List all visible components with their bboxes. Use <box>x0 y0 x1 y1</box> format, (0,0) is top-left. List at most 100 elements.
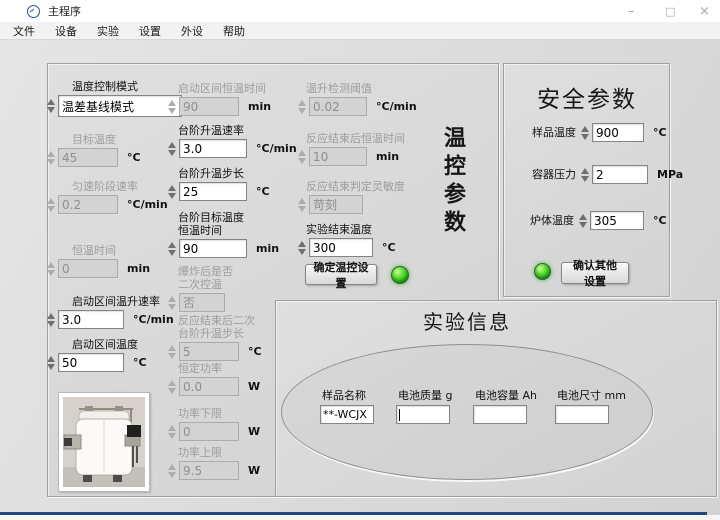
spinner-icon[interactable] <box>45 356 56 370</box>
temp-mode-field: 温度控制模式 温差基线模式 <box>45 80 182 117</box>
confirm-temp-settings-button[interactable]: 确定温控设置 <box>305 264 377 285</box>
battery-mass-label: 电池质量 g <box>398 389 452 402</box>
furnace-temp-unit: °C <box>653 214 667 227</box>
post-reaction-hold-label: 反应结束后恒温时间 <box>306 132 405 145</box>
spinner-icon[interactable] <box>166 464 177 478</box>
sample-temp-input[interactable]: 900 <box>592 123 644 142</box>
spinner-icon[interactable] <box>296 198 307 212</box>
battery-capacity-input[interactable] <box>473 405 527 424</box>
uniform-rate-input[interactable]: 0.2 <box>58 195 118 214</box>
startup-hold-input[interactable]: 90 <box>179 97 239 116</box>
vessel-pressure-input[interactable]: 2 <box>592 165 648 184</box>
safety-panel-title: 安全参数 <box>537 80 637 114</box>
spinner-icon[interactable] <box>45 151 56 165</box>
target-temp-unit: °C <box>127 151 141 164</box>
step-size-unit: °C <box>256 185 270 198</box>
constant-power-input[interactable]: 0.0 <box>179 377 239 396</box>
menu-experiment[interactable]: 实验 <box>90 23 126 39</box>
step-target-hold-field: 台阶目标温度 恒温时间 90 min <box>166 211 279 258</box>
menu-file[interactable]: 文件 <box>6 23 42 39</box>
rise-threshold-unit: °C/min <box>376 100 417 113</box>
uniform-rate-unit: °C/min <box>127 198 168 211</box>
menu-peripherals[interactable]: 外设 <box>174 23 210 39</box>
startup-rate-input[interactable]: 3.0 <box>58 310 124 329</box>
spinner-icon[interactable] <box>577 214 588 228</box>
temp-settings-led <box>391 266 409 284</box>
post-reaction-hold-field: 反应结束后恒温时间 10 min <box>296 132 405 166</box>
battery-capacity-label: 电池容量 Ah <box>475 389 537 402</box>
sample-name-input[interactable]: **-WCJX <box>320 405 374 424</box>
temp-mode-combobox[interactable]: 温差基线模式 <box>58 95 182 117</box>
power-lower-field: 功率下限 0 W <box>166 407 260 441</box>
confirm-other-settings-button[interactable]: 确认其他设置 <box>561 262 629 284</box>
power-lower-input[interactable]: 0 <box>179 422 239 441</box>
battery-size-input[interactable] <box>555 405 609 424</box>
step-size-field: 台阶升温步长 25 °C <box>166 167 270 201</box>
title-bar: 主程序 <box>0 0 720 22</box>
power-upper-input[interactable]: 9.5 <box>179 461 239 480</box>
rise-threshold-field: 温升检测阈值 0.02 °C/min <box>296 82 417 116</box>
spinner-icon[interactable] <box>296 150 307 164</box>
spinner-icon[interactable] <box>166 185 177 199</box>
power-upper-field: 功率上限 9.5 W <box>166 446 260 480</box>
spinner-icon[interactable] <box>166 345 177 359</box>
hold-time-field: 恒温时间 0 min <box>45 244 150 278</box>
spinner-icon[interactable] <box>166 425 177 439</box>
spinner-icon[interactable] <box>45 99 56 113</box>
spinner-icon[interactable] <box>296 100 307 114</box>
end-sensitivity-combobox[interactable]: 苛刻 <box>309 195 363 214</box>
second-step-size-input[interactable]: 5 <box>179 342 239 361</box>
menu-device[interactable]: 设备 <box>48 23 84 39</box>
sample-name-field: 样品名称 **-WCJX <box>320 389 374 424</box>
startup-temp-input[interactable]: 50 <box>58 353 124 372</box>
step-rate-field: 台阶升温速率 3.0 °C/min <box>166 124 297 158</box>
spinner-icon[interactable] <box>166 242 177 256</box>
rise-threshold-label: 温升检测阈值 <box>306 82 417 95</box>
constant-power-label: 恒定功率 <box>178 362 260 375</box>
spinner-icon[interactable] <box>45 198 56 212</box>
close-button[interactable]: × <box>699 0 710 22</box>
second-step-size-label: 反应结束后二次 台阶升温步长 <box>178 314 262 340</box>
spinner-icon[interactable] <box>166 142 177 156</box>
battery-size-label: 电池尺寸 mm <box>557 389 626 402</box>
spinner-icon[interactable] <box>45 262 56 276</box>
target-temp-field: 目标温度 45 °C <box>45 133 141 167</box>
menu-settings[interactable]: 设置 <box>132 23 168 39</box>
text-caret <box>399 409 400 421</box>
spinner-icon[interactable] <box>166 100 177 114</box>
explosion-recontrol-combobox[interactable]: 否 <box>179 293 225 312</box>
step-target-hold-input[interactable]: 90 <box>179 239 247 258</box>
startup-hold-unit: min <box>248 100 271 113</box>
end-temp-unit: °C <box>382 241 396 254</box>
vessel-pressure-unit: MPa <box>657 168 683 181</box>
target-temp-input[interactable]: 45 <box>58 148 118 167</box>
minimize-button[interactable]: – <box>628 0 635 22</box>
maximize-button[interactable]: □ <box>665 0 675 22</box>
post-reaction-hold-unit: min <box>376 150 399 163</box>
spinner-icon[interactable] <box>166 296 177 310</box>
step-size-input[interactable]: 25 <box>179 182 247 201</box>
step-rate-input[interactable]: 3.0 <box>179 139 247 158</box>
spinner-icon[interactable] <box>45 313 56 327</box>
spinner-icon[interactable] <box>166 380 177 394</box>
post-reaction-hold-input[interactable]: 10 <box>309 147 367 166</box>
startup-rate-label: 启动区间温升速率 <box>72 295 174 308</box>
spinner-icon[interactable] <box>579 126 590 140</box>
furnace-temp-field: 炉体温度 305 °C <box>530 211 667 230</box>
spinner-icon[interactable] <box>296 241 307 255</box>
second-step-size-unit: °C <box>248 345 262 358</box>
menu-help[interactable]: 帮助 <box>216 23 252 39</box>
furnace-photo <box>58 392 150 492</box>
spinner-icon[interactable] <box>579 168 590 182</box>
startup-temp-unit: °C <box>133 356 147 369</box>
sample-temp-unit: °C <box>653 126 667 139</box>
furnace-temp-input[interactable]: 305 <box>590 211 644 230</box>
end-temp-input[interactable]: 300 <box>309 238 373 257</box>
explosion-recontrol-field: 爆炸后是否 二次控温 否 <box>166 265 233 312</box>
app-icon <box>27 5 40 18</box>
battery-mass-input[interactable] <box>396 405 450 424</box>
temp-panel-vertical-title: 温控参数 <box>436 126 468 238</box>
power-lower-unit: W <box>248 425 260 438</box>
rise-threshold-input[interactable]: 0.02 <box>309 97 367 116</box>
hold-time-input[interactable]: 0 <box>58 259 118 278</box>
